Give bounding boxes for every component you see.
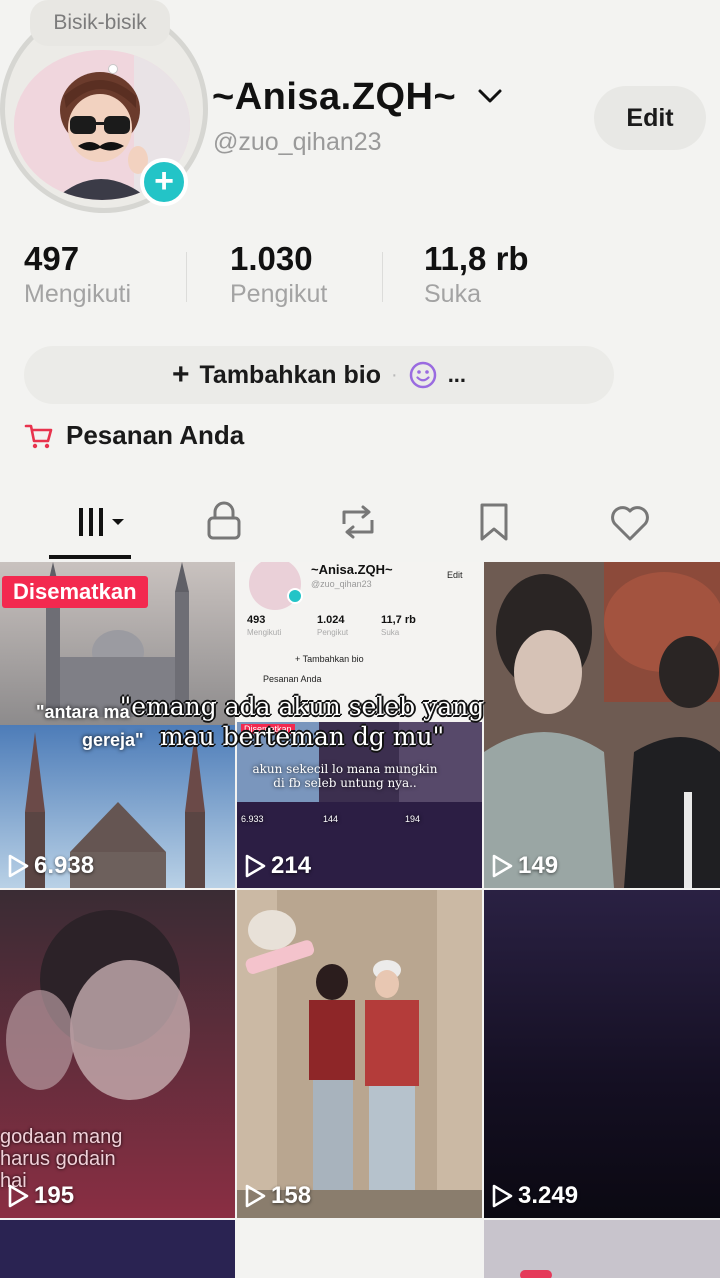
view-count-value: 3.249 [518, 1182, 579, 1209]
videos-icon [79, 508, 103, 536]
bookmark-icon [480, 503, 508, 541]
mini-stat-label: Suka [381, 628, 400, 637]
mini-stat: 11,7 rb [381, 614, 416, 626]
video-thumbnail[interactable]: 149 [484, 562, 720, 888]
thumbnail-image [237, 890, 482, 1218]
plus-icon: + [171, 358, 190, 391]
stat-followers[interactable]: 1.030 Pengikut [230, 240, 327, 309]
thumbnail-image [484, 562, 720, 888]
tab-private[interactable] [184, 494, 264, 550]
video-thumbnail[interactable] [237, 1220, 482, 1278]
repost-icon [342, 505, 374, 539]
video-thumbnail[interactable]: 158 [237, 890, 482, 1218]
overlay-caption: "emang ada akun seleb yang mau berteman … [119, 692, 485, 751]
whisper-bubble[interactable]: Bisik-bisik [30, 0, 170, 46]
mini-username: @zuo_qihan23 [311, 579, 372, 589]
mini-orders: Pesanan Anda [263, 674, 322, 684]
thumbnail-image [484, 890, 720, 1218]
mini-stat: 493 [247, 614, 266, 626]
play-icon [492, 1184, 513, 1208]
tab-favorites[interactable] [454, 494, 534, 550]
smile-icon[interactable] [408, 360, 438, 390]
whisper-dot [108, 64, 118, 74]
view-count-value: 149 [518, 852, 559, 879]
tab-videos[interactable] [56, 494, 136, 550]
username: @zuo_qihan23 [213, 128, 382, 156]
display-name[interactable]: ~Anisa.ZQH~ [212, 76, 456, 119]
mini-display-name: ~Anisa.ZQH~ [311, 562, 393, 577]
mini-stat: 1.024 [317, 614, 345, 626]
cart-icon [24, 424, 53, 448]
mini-stat-label: Pengikut [317, 628, 349, 637]
view-count: 3.249 [490, 1182, 578, 1210]
stat-divider [186, 252, 187, 302]
bio-separator: · [391, 363, 398, 386]
tab-reposts[interactable] [318, 494, 398, 550]
orders-link[interactable]: Pesanan Anda [24, 420, 244, 451]
stat-following[interactable]: 497 Mengikuti [24, 240, 131, 309]
pinned-badge: Disematkan [2, 576, 148, 608]
lock-icon [207, 501, 241, 540]
stat-value: 1.030 [230, 240, 313, 277]
tab-liked[interactable] [590, 494, 670, 550]
play-icon [492, 854, 513, 878]
stat-label: Suka [424, 280, 481, 308]
mini-views: 194 [405, 814, 421, 824]
edit-profile-button[interactable]: Edit [594, 86, 706, 150]
stat-value: 497 [24, 240, 80, 277]
add-bio-button[interactable]: + Tambahkan bio · ... [24, 346, 614, 404]
view-count: 214 [243, 852, 311, 880]
bio-more[interactable]: ... [448, 362, 466, 388]
orders-label: Pesanan Anda [66, 420, 245, 450]
video-thumbnail[interactable]: godaan mang harus godain hai 195 [0, 890, 235, 1218]
play-icon [8, 854, 29, 878]
active-tab-indicator [49, 555, 131, 559]
view-count-value: 6.938 [34, 852, 95, 879]
view-count-value: 195 [34, 1182, 75, 1209]
play-icon [245, 1184, 266, 1208]
video-thumbnail[interactable] [0, 1220, 235, 1278]
heart-icon [611, 506, 649, 541]
stat-label: Mengikuti [24, 280, 131, 308]
video-thumbnail[interactable] [484, 1220, 720, 1278]
video-thumbnail[interactable]: 3.249 [484, 890, 720, 1218]
view-count: 6.938 [6, 852, 94, 880]
view-count-value: 214 [271, 852, 312, 879]
mini-stat-label: Mengikuti [247, 628, 282, 637]
view-count: 149 [490, 852, 558, 880]
caret-down-icon [112, 519, 124, 525]
mini-views: 144 [323, 814, 339, 824]
mini-views: 6.933 [241, 814, 264, 824]
add-bio-label: Tambahkan bio [199, 360, 382, 389]
stat-label: Pengikut [230, 280, 328, 308]
view-count: 158 [243, 1182, 311, 1210]
home-indicator [520, 1270, 552, 1278]
mini-caption: akun sekecil lo mana mungkin di fb seleb… [252, 762, 438, 790]
mini-edit: Edit [447, 570, 463, 580]
stat-value: 11,8 rb [424, 240, 529, 277]
stat-divider [382, 252, 383, 302]
stat-likes[interactable]: 11,8 rb Suka [424, 240, 529, 309]
play-icon [245, 854, 266, 878]
mini-bio: + Tambahkan bio [295, 654, 364, 664]
chevron-down-icon[interactable] [476, 84, 504, 108]
play-icon [8, 1184, 29, 1208]
view-count-value: 158 [271, 1182, 312, 1209]
add-avatar-button[interactable]: + [140, 158, 188, 206]
view-count: 195 [6, 1182, 74, 1210]
